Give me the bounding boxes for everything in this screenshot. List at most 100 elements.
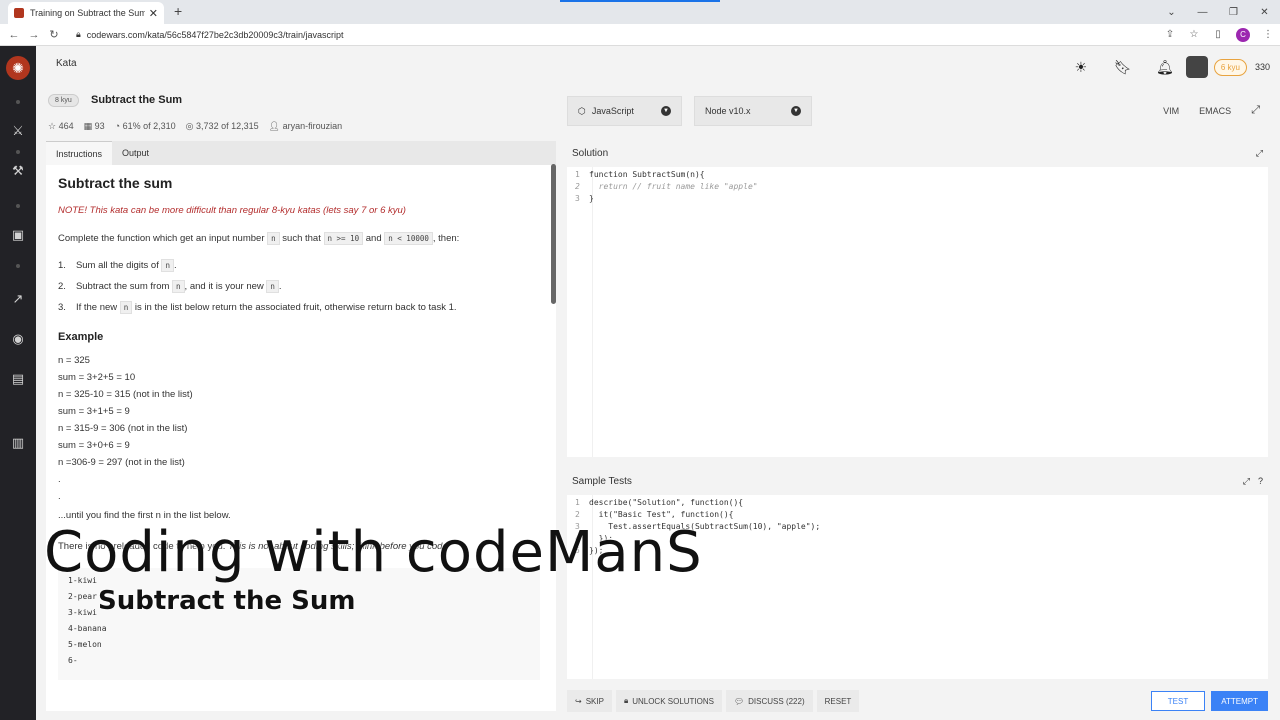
video-caption-subtitle: Subtract the Sum: [98, 586, 356, 616]
sidebar-dot: [16, 150, 20, 154]
skip-icon: ↪: [575, 696, 582, 706]
inline-code: n: [267, 232, 280, 245]
restore-icon[interactable]: ❐: [1218, 7, 1249, 18]
discord-icon[interactable]: ◉: [9, 330, 27, 348]
chevron-down-icon: ▼: [791, 106, 801, 116]
codewars-logo-icon[interactable]: ✺: [6, 56, 30, 80]
tab-instructions[interactable]: Instructions: [46, 141, 113, 165]
steps-list: 1. Sum all the digits of n. 2. Subtract th…: [58, 259, 544, 315]
browser-tab[interactable]: Training on Subtract the Sum | C ✕: [8, 2, 164, 24]
bookmarks-icon[interactable]: 🔖︎: [1102, 59, 1144, 76]
example-line: sum = 3+1+5 = 9: [58, 406, 130, 418]
step-number: 2.: [58, 281, 66, 293]
author-stat[interactable]: 👤︎ aryan-firouzian: [269, 121, 342, 132]
kata-stats: ☆ 464 ▦ 93 ◔ 61% of 2,310 ◎ 3,732 of 12,…: [48, 121, 342, 132]
difficulty-note: NOTE! This kata can be more difficult th…: [58, 205, 406, 216]
votes-stat: ▦ 93: [84, 121, 105, 132]
lock-icon: 🔒︎: [76, 29, 81, 39]
attempt-button[interactable]: ATTEMPT: [1211, 691, 1268, 711]
reload-icon[interactable]: ↻: [44, 28, 64, 41]
example-line: sum = 3+2+5 = 10: [58, 372, 136, 384]
satisfaction-value: 61% of 2,310: [122, 121, 176, 131]
fullscreen-icon[interactable]: ⤢: [1251, 104, 1260, 117]
tab-search-icon[interactable]: ⌄: [1156, 7, 1187, 18]
expand-icon[interactable]: ⤢: [1243, 476, 1250, 487]
instructions-scrollbar-thumb[interactable]: [551, 164, 556, 304]
stars-stat[interactable]: ☆ 464: [48, 121, 74, 132]
discuss-button[interactable]: 💬︎ DISCUSS (222): [726, 690, 813, 712]
skip-button[interactable]: ↪ SKIP: [567, 690, 612, 712]
completions-value: 3,732 of 12,315: [196, 121, 259, 131]
loading-progress-bar: [560, 0, 720, 2]
code-line: 1 describe("Solution", function(){: [575, 497, 743, 509]
intro-text: , then:: [432, 233, 460, 244]
step-number: 1.: [58, 260, 66, 272]
test-button[interactable]: TEST: [1150, 691, 1206, 711]
docs-book-icon[interactable]: ▥: [9, 434, 27, 452]
example-line: .: [58, 474, 61, 486]
line-number: 2: [575, 182, 580, 191]
help-icon[interactable]: ?: [1258, 476, 1263, 487]
expand-icon[interactable]: ⤢: [1256, 148, 1263, 159]
editor-gutter: [567, 167, 593, 457]
user-avatar[interactable]: [1185, 56, 1208, 78]
sidepanel-icon[interactable]: ▯: [1206, 29, 1230, 40]
notifications-bell-icon[interactable]: 🔔︎: [1144, 59, 1186, 76]
minimize-icon[interactable]: —: [1187, 7, 1218, 18]
theme-sun-icon[interactable]: ☀: [1060, 59, 1102, 76]
code-text: it("Basic Test", function(){: [589, 510, 734, 519]
url-field[interactable]: 🔒︎ codewars.com/kata/56c5847f27be2c3db20…: [76, 29, 1158, 40]
author-name: aryan-firouzian: [282, 121, 343, 131]
stars-count: 464: [58, 121, 74, 131]
runtime-value: Node v10.x: [705, 106, 751, 116]
tab-output[interactable]: Output: [112, 141, 159, 165]
honor-count: 330: [1254, 62, 1270, 72]
leaderboard-trend-icon[interactable]: ↗: [9, 290, 27, 308]
example-line: .: [58, 491, 61, 503]
bookmark-star-icon[interactable]: ☆: [1182, 29, 1206, 40]
close-tab-icon[interactable]: ✕: [149, 7, 158, 20]
main-area: Kata ☀ 🔖︎ 🔔︎ 6 kyu 330 8 kyu Subtract th…: [36, 46, 1280, 720]
code-line: 1 function SubtractSum(n){: [575, 169, 705, 181]
menu-kebab-icon[interactable]: ⋮: [1256, 29, 1280, 40]
unlock-solutions-button[interactable]: 🔒︎ UNLOCK SOLUTIONS: [615, 690, 722, 712]
kumite-icon[interactable]: ⚒: [9, 162, 27, 180]
jobs-briefcase-icon[interactable]: ▣: [9, 226, 27, 244]
runtime-select[interactable]: Node v10.x ▼: [694, 96, 812, 126]
solution-editor[interactable]: 1 function SubtractSum(n){ 2 return // fr…: [567, 167, 1268, 457]
step-fragment: is in the list below return the associat…: [132, 302, 457, 314]
code-text: function SubtractSum(n){: [589, 170, 705, 179]
sidebar-dot: [16, 204, 20, 208]
forward-icon[interactable]: →: [24, 29, 44, 41]
sample-tests-header: Sample Tests ⤢ ?: [567, 471, 1268, 491]
vim-mode-button[interactable]: VIM: [1163, 106, 1179, 116]
completions-stat: ◎ 3,732 of 12,315: [186, 121, 259, 132]
profile-avatar-icon[interactable]: C: [1236, 27, 1250, 42]
step-fragment: If the new: [75, 302, 120, 314]
close-window-icon[interactable]: ✕: [1249, 7, 1280, 18]
reset-button[interactable]: RESET: [816, 690, 860, 712]
thumbs-icon: ◔: [114, 121, 121, 131]
practice-icon[interactable]: ⚔: [9, 122, 27, 140]
chat-icon[interactable]: ▤: [9, 370, 27, 388]
app-sidebar: ✺ ⚔ ⚒ ▣ ↗ ◉ ▤ ▥: [0, 46, 36, 720]
language-select[interactable]: ⬡ JavaScript ▼: [567, 96, 682, 126]
back-icon[interactable]: ←: [4, 29, 24, 41]
example-line: n = 325: [58, 355, 90, 367]
top-right-toolbar: ☀ 🔖︎ 🔔︎ 6 kyu 330: [1060, 56, 1270, 78]
sample-tests-icons: ⤢ ?: [1243, 476, 1263, 487]
step-text: If the new n is in the list below return…: [75, 301, 457, 315]
inline-code: n: [161, 259, 174, 273]
inline-code: n < 10000: [384, 232, 433, 245]
example-line: sum = 3+0+6 = 9: [58, 440, 130, 452]
collection-icon: ▦: [83, 121, 93, 131]
emacs-mode-button[interactable]: EMACS: [1199, 106, 1231, 116]
code-line: 3}: [575, 193, 594, 205]
kata-nav-link[interactable]: Kata: [56, 58, 77, 69]
new-tab-icon[interactable]: +: [174, 3, 182, 19]
chat-icon: 💬︎: [734, 696, 745, 706]
window-controls: ⌄ — ❐ ✕: [1156, 0, 1280, 24]
step-fragment: Sum all the digits of: [75, 260, 162, 272]
share-icon[interactable]: ⇪: [1158, 29, 1182, 40]
codewars-favicon-icon: [14, 8, 24, 18]
